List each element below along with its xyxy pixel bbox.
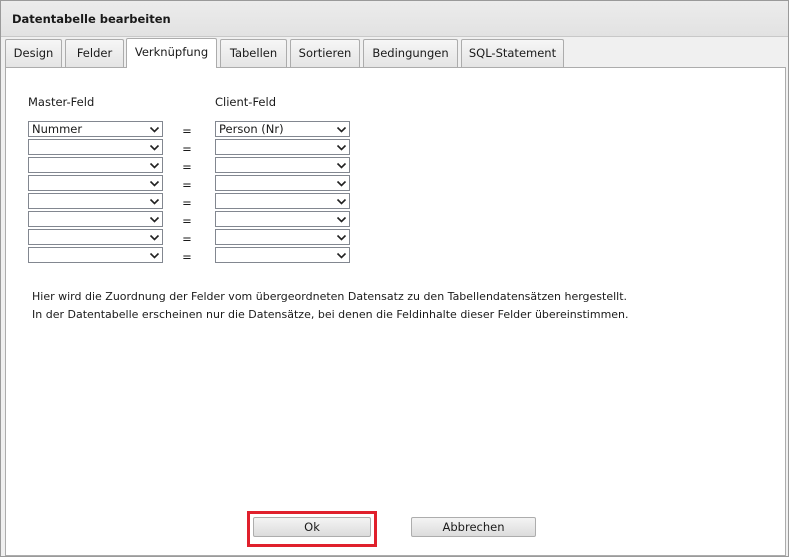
title-bar: Datentabelle bearbeiten [1, 1, 788, 37]
master-field-value: Nummer [32, 122, 83, 136]
info-text-line-1: Hier wird die Zuordnung der Felder vom ü… [32, 290, 628, 303]
equals-sign: = [182, 196, 192, 210]
info-text-line-2: In der Datentabelle erscheinen nur die D… [32, 308, 629, 321]
chevron-down-icon [149, 250, 160, 261]
client-field-select-3[interactable] [215, 157, 350, 173]
cancel-button[interactable]: Abbrechen [411, 517, 536, 537]
chevron-down-icon [149, 232, 160, 243]
master-field-select-5[interactable] [28, 193, 163, 209]
chevron-down-icon [336, 124, 347, 135]
chevron-down-icon [149, 214, 160, 225]
client-field-select-7[interactable] [215, 229, 350, 245]
equals-sign: = [182, 124, 192, 138]
tab-bedingungen[interactable]: Bedingungen [363, 39, 458, 67]
tab-sql-statement[interactable]: SQL-Statement [461, 39, 564, 67]
chevron-down-icon [336, 214, 347, 225]
edit-datatable-dialog: Datentabelle bearbeiten Design Felder Ve… [0, 0, 789, 557]
master-field-select-6[interactable] [28, 211, 163, 227]
chevron-down-icon [336, 142, 347, 153]
chevron-down-icon [336, 160, 347, 171]
master-field-select-2[interactable] [28, 139, 163, 155]
client-field-header: Client-Feld [215, 95, 276, 109]
tab-verknuepfung[interactable]: Verknüpfung [126, 38, 217, 68]
chevron-down-icon [336, 232, 347, 243]
tab-design[interactable]: Design [5, 39, 62, 67]
chevron-down-icon [149, 196, 160, 207]
client-field-select-5[interactable] [215, 193, 350, 209]
client-field-value: Person (Nr) [219, 122, 284, 136]
chevron-down-icon [149, 178, 160, 189]
master-field-select-8[interactable] [28, 247, 163, 263]
equals-sign: = [182, 142, 192, 156]
tab-tabellen[interactable]: Tabellen [220, 39, 287, 67]
client-field-select-4[interactable] [215, 175, 350, 191]
equals-sign: = [182, 250, 192, 264]
client-field-select-2[interactable] [215, 139, 350, 155]
equals-sign: = [182, 178, 192, 192]
tab-felder[interactable]: Felder [65, 39, 124, 67]
chevron-down-icon [149, 142, 160, 153]
client-field-select-6[interactable] [215, 211, 350, 227]
client-field-select-1[interactable]: Person (Nr) [215, 121, 350, 137]
client-field-select-8[interactable] [215, 247, 350, 263]
master-field-select-4[interactable] [28, 175, 163, 191]
chevron-down-icon [336, 250, 347, 261]
verknuepfung-panel: Master-Feld Client-Feld Nummer = Person (N… [5, 67, 786, 556]
master-field-select-3[interactable] [28, 157, 163, 173]
chevron-down-icon [149, 124, 160, 135]
equals-sign: = [182, 214, 192, 228]
equals-sign: = [182, 232, 192, 246]
master-field-select-7[interactable] [28, 229, 163, 245]
chevron-down-icon [149, 160, 160, 171]
dialog-title: Datentabelle bearbeiten [12, 12, 171, 26]
equals-sign: = [182, 160, 192, 174]
master-field-select-1[interactable]: Nummer [28, 121, 163, 137]
tab-strip: Design Felder Verknüpfung Tabellen Sorti… [5, 38, 786, 68]
tab-sortieren[interactable]: Sortieren [290, 39, 360, 67]
chevron-down-icon [336, 178, 347, 189]
ok-button-highlight [247, 511, 377, 547]
chevron-down-icon [336, 196, 347, 207]
master-field-header: Master-Feld [28, 95, 95, 109]
